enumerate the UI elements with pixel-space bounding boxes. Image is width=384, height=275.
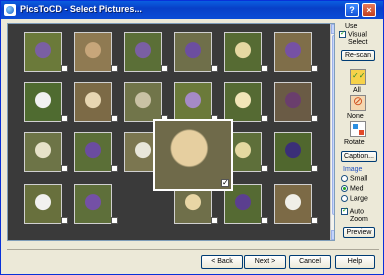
checkbox-icon (341, 206, 348, 215)
thumbnail[interactable] (174, 32, 218, 72)
close-button[interactable]: × (362, 3, 376, 17)
image-group-label: Image (343, 166, 363, 173)
rotate-label: Rotate (344, 139, 365, 146)
thumbnail[interactable] (74, 32, 118, 72)
size-small-radio[interactable]: Small (341, 175, 367, 182)
radio-icon (341, 175, 348, 182)
thumbnail[interactable] (274, 132, 318, 172)
size-large-label: Large (349, 195, 368, 203)
thumbnail-checkbox[interactable] (311, 115, 318, 122)
thumbnail-checkbox[interactable] (261, 115, 268, 122)
thumbnail-checkbox[interactable] (311, 165, 318, 172)
thumbnail[interactable] (174, 82, 218, 122)
thumbnail[interactable] (24, 184, 68, 224)
app-icon (4, 4, 16, 16)
thumbnail-checkbox[interactable] (311, 217, 318, 224)
radio-icon (341, 185, 348, 192)
next-button[interactable]: Next > (244, 255, 286, 269)
thumbnail[interactable] (274, 82, 318, 122)
checkbox-icon (339, 29, 346, 38)
thumbnail-checkbox[interactable] (111, 115, 118, 122)
thumbnail-checkbox[interactable] (221, 178, 229, 187)
thumbnail-checkbox[interactable] (111, 65, 118, 72)
preview-button[interactable]: Preview (343, 227, 375, 238)
auto-label: Auto (349, 208, 364, 216)
thumbnail-checkbox[interactable] (111, 217, 118, 224)
zoomed-thumbnail[interactable] (153, 119, 233, 191)
thumbnail[interactable] (24, 82, 68, 122)
thumbnail[interactable] (74, 82, 118, 122)
rotate-icon[interactable] (350, 121, 366, 137)
thumbnail-checkbox[interactable] (161, 65, 168, 72)
thumbnail-checkbox[interactable] (61, 115, 68, 122)
picstocd-window: PicsToCD - Select Pictures... ? × ▲ ▼ Us… (0, 0, 384, 275)
size-small-label: Small (349, 175, 368, 183)
size-large-radio[interactable]: Large (341, 195, 368, 202)
thumbnail[interactable] (124, 32, 168, 72)
caption-button[interactable]: Caption... (341, 151, 377, 162)
select-none-icon[interactable] (350, 94, 366, 111)
thumbnail[interactable] (74, 184, 118, 224)
thumbnail-checkbox[interactable] (261, 165, 268, 172)
help-title-button[interactable]: ? (345, 3, 359, 17)
thumbnail-checkbox[interactable] (61, 165, 68, 172)
thumbnail[interactable] (224, 82, 268, 122)
rescan-button[interactable]: Re-scan (341, 50, 375, 61)
radio-icon (341, 195, 348, 202)
thumbnail[interactable] (24, 132, 68, 172)
thumbnail[interactable] (224, 32, 268, 72)
select-all-icon[interactable] (350, 69, 366, 85)
scroll-down-icon[interactable]: ▼ (331, 230, 334, 240)
thumbnail-grid[interactable]: ▲ ▼ (7, 23, 335, 241)
size-med-radio[interactable]: Med (341, 185, 364, 192)
thumbnail-checkbox[interactable] (211, 217, 218, 224)
thumbnail[interactable] (74, 132, 118, 172)
title-bar: PicsToCD - Select Pictures... ? × (1, 1, 383, 19)
visual-label: Visual (347, 31, 367, 39)
thumbnail-checkbox[interactable] (61, 217, 68, 224)
back-button[interactable]: < Back (201, 255, 243, 269)
thumbnail[interactable] (124, 82, 168, 122)
thumbnail[interactable] (274, 32, 318, 72)
none-label: None (347, 113, 364, 120)
scroll-up-icon[interactable]: ▲ (331, 24, 334, 34)
use-label: Use (345, 23, 358, 30)
all-label: All (353, 87, 361, 94)
auto-zoom-checkbox[interactable]: Auto (341, 206, 364, 216)
zoom-label: Zoom (350, 216, 368, 223)
thumbnail-checkbox[interactable] (311, 65, 318, 72)
help-button[interactable]: Help (335, 255, 375, 269)
scroll-thumb[interactable] (332, 35, 334, 215)
thumbnail-checkbox[interactable] (261, 217, 268, 224)
window-title: PicsToCD - Select Pictures... (20, 4, 142, 14)
thumbnail[interactable] (24, 32, 68, 72)
cancel-button[interactable]: Cancel (289, 255, 331, 269)
thumbnail-checkbox[interactable] (61, 65, 68, 72)
visual-select-checkbox[interactable]: Visual (339, 29, 367, 39)
thumbnail-checkbox[interactable] (111, 165, 118, 172)
thumbnail-checkbox[interactable] (261, 65, 268, 72)
footer-divider (7, 249, 379, 250)
size-med-label: Med (349, 185, 364, 193)
select-label: Select (348, 39, 368, 46)
thumbnail[interactable] (274, 184, 318, 224)
vertical-scrollbar[interactable]: ▲ ▼ (330, 24, 334, 240)
thumbnail-checkbox[interactable] (211, 65, 218, 72)
